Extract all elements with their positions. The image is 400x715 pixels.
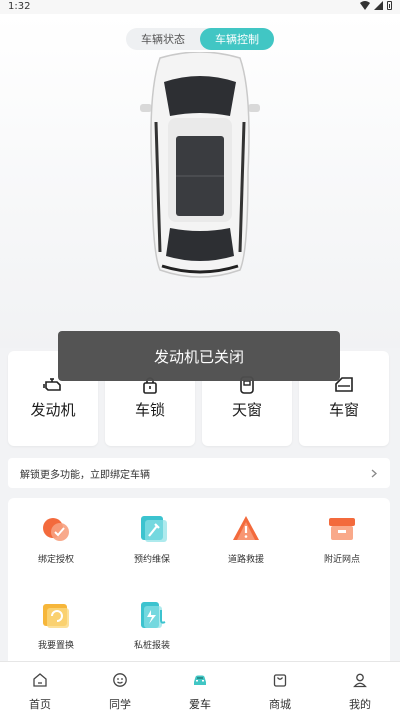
- service-trade-in[interactable]: 我要置换: [16, 598, 96, 651]
- tab-vehicle-control[interactable]: 车辆控制: [200, 28, 274, 50]
- profile-icon: [353, 673, 367, 688]
- engine-label: 发动机: [30, 401, 76, 419]
- status-icons: [360, 1, 392, 10]
- battery-icon: [387, 1, 392, 10]
- service-road-rescue[interactable]: 道路救援: [206, 512, 286, 565]
- service-maintenance[interactable]: 预约维保: [112, 512, 192, 565]
- engine-off-toast: 发动机已关闭: [58, 331, 340, 381]
- tab-mall-label: 商城: [269, 698, 291, 711]
- tab-classmates[interactable]: 同学: [80, 662, 160, 715]
- service-label: 预约维保: [133, 555, 170, 565]
- chevron-right-icon: [371, 469, 377, 477]
- bind-authorize-icon: [43, 518, 69, 541]
- tab-mall[interactable]: 商城: [240, 662, 320, 715]
- tab-my-car-label: 爱车: [189, 698, 211, 711]
- view-switcher: 车辆状态 车辆控制: [126, 28, 274, 50]
- trade-in-icon: [43, 604, 69, 628]
- nearby-store-icon: [329, 518, 355, 540]
- service-label: 私桩报装: [133, 641, 170, 651]
- bottom-tab-bar: 首页 同学 爱车 商城 我的: [0, 661, 400, 715]
- tab-profile[interactable]: 我的: [320, 662, 400, 715]
- tab-vehicle-status[interactable]: 车辆状态: [126, 28, 200, 50]
- maintenance-icon: [141, 516, 167, 542]
- service-grid: 绑定授权 预约维保 道路救援 附近网点 我要置换 私桩报装: [8, 498, 390, 668]
- signal-icon: [374, 1, 383, 10]
- tab-my-car[interactable]: 爱车: [160, 662, 240, 715]
- service-bind-authorize[interactable]: 绑定授权: [16, 512, 96, 565]
- road-rescue-icon: [233, 516, 259, 540]
- classmates-icon: [113, 673, 127, 687]
- charger-install-icon: [141, 602, 166, 628]
- sunroof-label: 天窗: [231, 401, 262, 419]
- bind-vehicle-bar[interactable]: 解锁更多功能，立即绑定车辆: [8, 458, 390, 488]
- home-icon: [33, 673, 47, 687]
- window-label: 车窗: [328, 401, 359, 419]
- service-charger-install[interactable]: 私桩报装: [112, 598, 192, 651]
- tab-home-label: 首页: [29, 698, 51, 711]
- bind-vehicle-text: 解锁更多功能，立即绑定车辆: [20, 469, 150, 481]
- status-bar: 1:32: [0, 0, 400, 14]
- car-top-view-image: [140, 52, 260, 278]
- tab-classmates-label: 同学: [109, 698, 131, 711]
- status-time: 1:32: [8, 1, 31, 12]
- tab-profile-label: 我的: [349, 698, 371, 711]
- car-icon: [194, 675, 206, 685]
- lock-label: 车锁: [134, 401, 165, 419]
- mall-icon: [273, 674, 287, 687]
- service-nearby-stores[interactable]: 附近网点: [302, 512, 382, 565]
- wifi-icon: [360, 1, 370, 10]
- service-label: 道路救援: [227, 555, 264, 565]
- service-label: 我要置换: [37, 641, 74, 651]
- service-label: 绑定授权: [37, 555, 74, 565]
- tab-home[interactable]: 首页: [0, 662, 80, 715]
- service-label: 附近网点: [323, 555, 360, 565]
